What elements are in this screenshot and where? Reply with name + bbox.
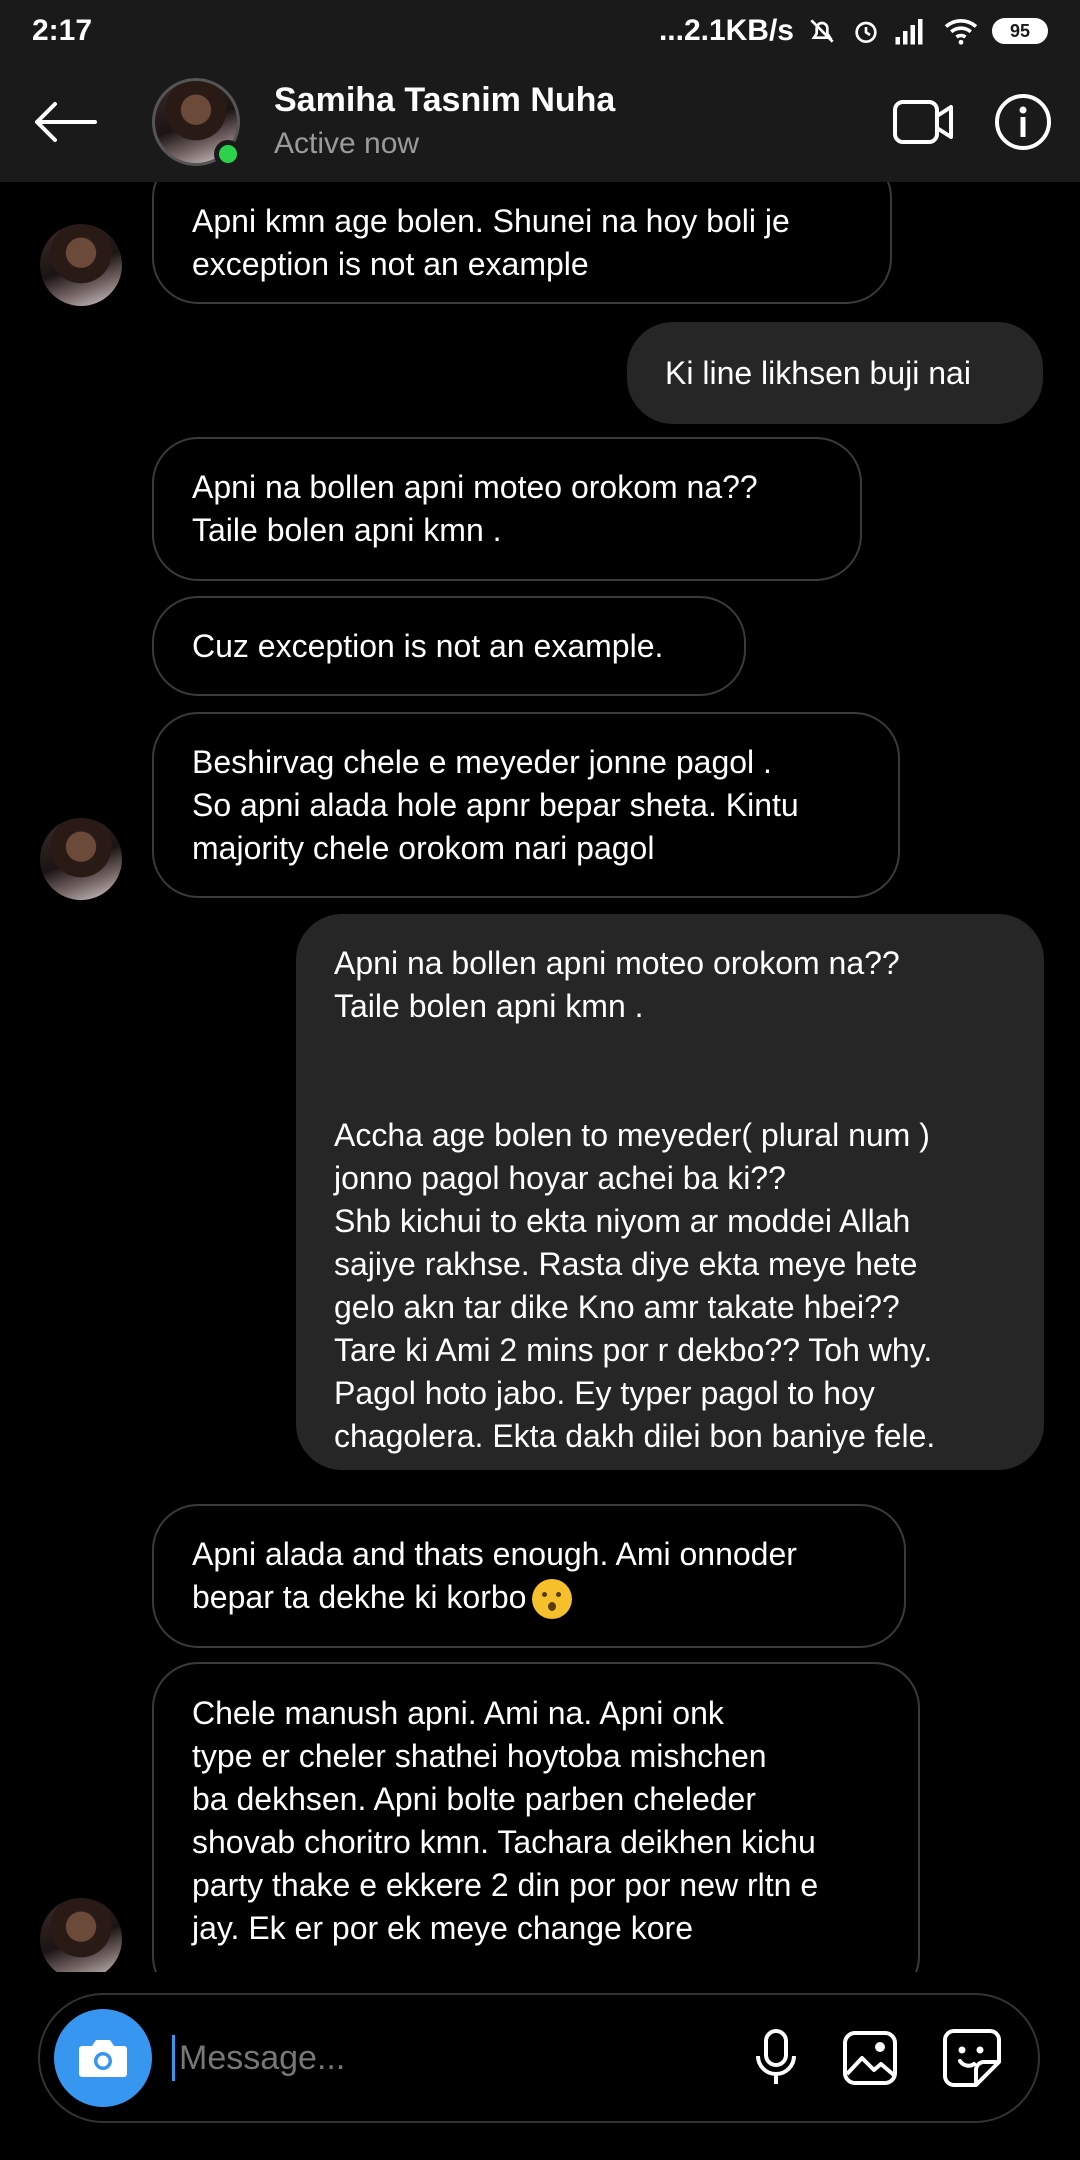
message-list[interactable]: Apni kmn age bolen. Shunei na hoy boli j… (0, 182, 1080, 1972)
info-icon (995, 94, 1051, 150)
network-speed: ...2.1KB/s (658, 14, 794, 47)
alarm-icon (855, 21, 877, 43)
message-text-content: Apni alada and thats enough. Ami onnoder… (192, 1535, 797, 1615)
message-text: Beshirvag chele e meyeder jonne pagol . … (192, 743, 799, 866)
battery-level: 95 (1009, 20, 1031, 41)
message-text: Apni na bollen apni moteo orokom na?? Ta… (334, 945, 936, 1454)
message-text: Chele manush apni. Ami na. Apni onk type… (192, 1695, 819, 1946)
message-text: Apni kmn age bolen. Shunei na hoy boli j… (192, 203, 790, 282)
gallery-icon (843, 2031, 897, 2085)
contact-status: Active now (274, 127, 420, 160)
message-bubble[interactable]: Apni na bollen apni moteo orokom na?? Ta… (296, 914, 1044, 1470)
message-bubble[interactable]: Apni alada and thats enough. Ami onnoder… (152, 1504, 906, 1648)
status-time: 2:17 (32, 14, 93, 47)
message-bubble[interactable]: Cuz exception is not an example. (152, 596, 746, 696)
message-composer (38, 1993, 1040, 2123)
wifi-icon (944, 19, 978, 45)
status-icons: ...2.1KB/s 95 (659, 14, 1048, 48)
message-bubble[interactable]: Ki line likhsen buji nai (627, 322, 1043, 424)
battery-icon: 95 (992, 18, 1048, 44)
message-bubble[interactable]: Beshirvag chele e meyeder jonne pagol . … (152, 712, 900, 898)
info-button[interactable] (994, 93, 1052, 151)
avatar[interactable] (40, 224, 122, 306)
avatar[interactable] (40, 1898, 122, 1972)
mute-notifications-icon (810, 19, 834, 43)
contact-info[interactable]: Samiha Tasnim Nuha Active now (274, 80, 615, 164)
video-call-icon (893, 100, 953, 144)
camera-button[interactable] (54, 2009, 152, 2107)
message-text: Ki line likhsen buji nai (665, 354, 971, 391)
back-arrow-icon (35, 102, 97, 142)
online-indicator (214, 140, 242, 168)
sticker-button[interactable] (942, 2028, 1002, 2088)
message-bubble[interactable]: Chele manush apni. Ami na. Apni onk type… (152, 1662, 920, 1972)
sticker-icon (943, 2029, 1001, 2087)
signal-icon (895, 19, 923, 45)
contact-name: Samiha Tasnim Nuha (274, 81, 616, 119)
chat-header: Samiha Tasnim Nuha Active now (0, 62, 1080, 182)
status-bar: 2:17 ...2.1KB/s 95 (0, 0, 1080, 62)
contact-avatar[interactable] (152, 78, 242, 168)
message-input[interactable] (172, 2035, 721, 2081)
back-button[interactable] (0, 62, 130, 182)
gallery-button[interactable] (842, 2030, 898, 2086)
avatar[interactable] (40, 818, 122, 900)
message-text: Apni alada and thats enough. Ami onnoder… (192, 1533, 797, 1620)
message-text: Apni na bollen apni moteo orokom na?? Ta… (192, 469, 758, 548)
camera-icon (79, 2040, 127, 2077)
video-call-button[interactable] (892, 98, 954, 146)
microphone-icon (756, 2029, 796, 2084)
voice-message-button[interactable] (754, 2028, 798, 2088)
kissing-face-emoji (532, 1579, 573, 1620)
message-text: Cuz exception is not an example. (192, 627, 664, 664)
message-bubble[interactable]: Apni na bollen apni moteo orokom na?? Ta… (152, 437, 862, 581)
message-bubble[interactable]: Apni kmn age bolen. Shunei na hoy boli j… (152, 182, 892, 304)
